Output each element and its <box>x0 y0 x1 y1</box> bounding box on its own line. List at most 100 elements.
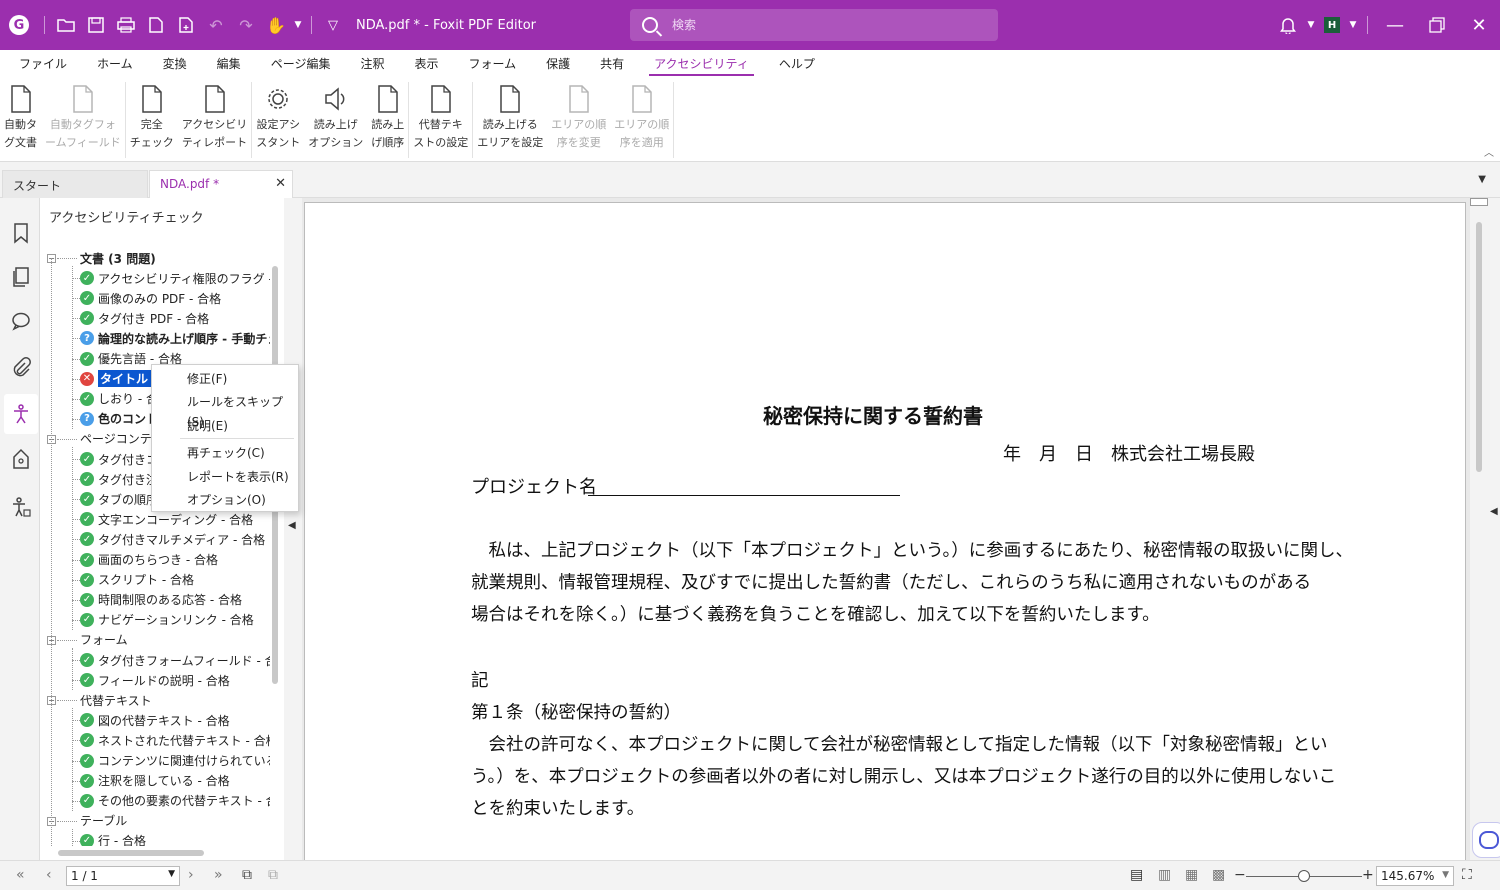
collapse-left-icon[interactable]: ◀ <box>288 520 296 531</box>
chevron-down-icon[interactable]: ▼ <box>168 869 175 879</box>
close-tab-icon[interactable]: ✕ <box>275 176 286 191</box>
menu-item[interactable]: 表示 <box>399 50 453 78</box>
next-page-icon[interactable]: › <box>188 867 194 883</box>
context-menu-item[interactable]: 修正(F) <box>187 369 227 389</box>
context-menu-item[interactable]: オプション(O) <box>187 490 266 510</box>
minimize-button[interactable]: — <box>1374 0 1416 50</box>
tree-item[interactable]: ✓ その他の要素の代替テキスト - 合格 <box>80 791 270 811</box>
zoom-in-icon[interactable]: + <box>1362 867 1374 883</box>
ribbon-button[interactable]: 読み上げ オプション <box>304 82 367 158</box>
fullscreen-icon[interactable]: ⛶ <box>1462 867 1472 883</box>
security-icon[interactable] <box>8 446 34 472</box>
tree-item[interactable]: ✓ 図の代替テキスト - 合格 <box>80 710 230 730</box>
bookmark-icon[interactable] <box>8 220 34 246</box>
chevron-down-icon[interactable]: ▼ <box>1345 0 1361 50</box>
ribbon-button[interactable]: アクセシビリ ティレポート <box>178 82 251 158</box>
tree-item[interactable]: ✓ ネストされた代替テキスト - 合格 <box>80 730 270 750</box>
pages-icon[interactable] <box>8 264 34 290</box>
tree-item[interactable]: ✓ アクセシビリティ権限のフラグ - 合格 <box>80 268 270 288</box>
tree-item[interactable]: ✓ 画面のちらつき - 合格 <box>80 550 218 570</box>
previous-page-icon[interactable]: ‹ <box>46 867 52 883</box>
expand-right-panel-icon[interactable]: ◀ <box>1490 506 1498 517</box>
menu-item[interactable]: 保護 <box>531 50 585 78</box>
split-handle[interactable] <box>1470 198 1488 206</box>
ribbon-button[interactable]: 自動タ グ文書 <box>0 82 41 158</box>
ai-assistant-icon[interactable] <box>1472 822 1500 858</box>
ribbon-button[interactable]: 自動タグフォ ームフィールド <box>41 82 125 158</box>
tree-group[interactable]: テーブル <box>80 811 127 831</box>
search-box[interactable] <box>630 9 998 41</box>
tree-item[interactable]: ✓ 画像のみの PDF - 合格 <box>80 288 221 308</box>
tree-item[interactable]: ✓ コンテンツに関連付けられている - 合格 <box>80 751 270 771</box>
menu-item[interactable]: ホーム <box>82 50 148 78</box>
menu-item[interactable]: 変換 <box>148 50 202 78</box>
tree-item[interactable]: ✓ スクリプト - 合格 <box>80 570 194 590</box>
hand-tool-icon[interactable]: ✋ <box>261 0 291 50</box>
redo-icon[interactable]: ↷ <box>231 0 261 50</box>
document-viewport[interactable]: 秘密保持に関する誓約書 年 月 日 株式会社工場長殿 プロジェクト名 私は、上記… <box>302 198 1470 860</box>
ribbon-button[interactable]: 読み上 げ順序 <box>367 82 408 158</box>
restore-button[interactable] <box>1416 0 1458 50</box>
tree-item[interactable]: ✓ ナビゲーションリンク - 合格 <box>80 610 254 630</box>
menu-item[interactable]: ファイル <box>4 50 82 78</box>
reading-order-icon[interactable] <box>8 494 34 520</box>
menu-item[interactable]: アクセシビリティ <box>639 50 764 78</box>
open-folder-icon[interactable] <box>51 0 81 50</box>
tree-group[interactable]: フォーム <box>80 630 128 650</box>
tree-item[interactable]: ? 論理的な読み上げ順序 - 手動チェックが必要 <box>80 328 270 348</box>
tree-item[interactable]: ✓ タグ付き PDF - 合格 <box>80 308 209 328</box>
tab-list-dropdown-icon[interactable]: ▼ <box>1478 174 1486 185</box>
close-button[interactable]: ✕ <box>1458 0 1500 50</box>
tree-item[interactable]: ✓ 文字エンコーディング - 合格 <box>80 509 253 529</box>
customize-toolbar-icon[interactable]: ▽ <box>318 0 348 50</box>
ribbon-button[interactable]: 読み上げる エリアを設定 <box>473 82 547 158</box>
menu-item[interactable]: ページ編集 <box>256 50 346 78</box>
attachment-icon[interactable] <box>8 354 34 380</box>
last-page-icon[interactable]: » <box>214 867 223 883</box>
tree-item[interactable]: ✓ タグ付きマルチメディア - 合格 <box>80 529 265 549</box>
ribbon-button[interactable]: エリアの順 序を変更 <box>547 82 610 158</box>
undo-icon[interactable]: ↶ <box>201 0 231 50</box>
user-account[interactable]: H <box>1319 0 1345 50</box>
ribbon-button[interactable]: 設定アシ スタント <box>252 82 304 158</box>
continuous-page-icon[interactable]: ▥ <box>1158 867 1171 883</box>
menu-item[interactable]: フォーム <box>453 50 531 78</box>
tree-item[interactable]: ✓ タグ付きフォームフィールド - 合格 <box>80 650 270 670</box>
collapse-ribbon-icon[interactable]: ︿ <box>1484 144 1494 159</box>
facing-page-icon[interactable]: ▦ <box>1185 867 1198 883</box>
ribbon-button[interactable]: 完全 チェック <box>126 82 178 158</box>
context-menu-item[interactable]: ルールをスキップ(S) <box>187 392 298 429</box>
tree-group[interactable]: 代替テキスト <box>80 690 152 710</box>
single-page-icon[interactable]: ▤ <box>1130 867 1143 883</box>
tree-item[interactable]: ✓ 注釈を隠している - 合格 <box>80 771 230 791</box>
context-menu-item[interactable]: レポートを表示(R) <box>187 467 289 487</box>
print-icon[interactable] <box>111 0 141 50</box>
context-menu-item[interactable]: 再チェック(C) <box>187 443 265 463</box>
page-number-field[interactable]: 1 / 1 ▼ <box>66 866 180 886</box>
document-vertical-scrollbar[interactable]: ◀ <box>1470 198 1500 860</box>
comments-icon[interactable] <box>8 308 34 334</box>
zoom-field[interactable]: 145.67% ▼ <box>1376 866 1454 886</box>
menu-item[interactable]: 共有 <box>585 50 639 78</box>
menu-item[interactable]: 注釈 <box>345 50 399 78</box>
tree-item[interactable]: ✓ フィールドの説明 - 合格 <box>80 670 230 690</box>
tree-item[interactable]: ✓ 時間制限のある応答 - 合格 <box>80 590 242 610</box>
continuous-facing-icon[interactable]: ▩ <box>1212 867 1225 883</box>
first-page-icon[interactable]: « <box>16 867 25 883</box>
zoom-out-icon[interactable]: − <box>1234 867 1246 883</box>
tab-start[interactable]: スタート <box>2 170 148 198</box>
menu-item[interactable]: 編集 <box>202 50 256 78</box>
panel-horizontal-scrollbar[interactable] <box>58 850 204 856</box>
previous-view-icon[interactable]: ⧉ <box>242 867 252 883</box>
zoom-slider-handle[interactable] <box>1298 870 1310 882</box>
menu-item[interactable]: ヘルプ <box>764 50 830 78</box>
new-document-icon[interactable] <box>171 0 201 50</box>
search-input[interactable] <box>672 18 972 32</box>
chevron-down-icon[interactable]: ▼ <box>1303 0 1319 50</box>
context-menu-item[interactable]: 説明(E) <box>187 416 228 436</box>
bell-icon[interactable] <box>1273 0 1303 50</box>
tree-group[interactable]: 文書 (3 問題) <box>80 248 156 268</box>
export-icon[interactable] <box>141 0 171 50</box>
chevron-down-icon[interactable]: ▼ <box>1442 870 1449 880</box>
tree-item[interactable]: ✓ 行 - 合格 <box>80 831 146 846</box>
